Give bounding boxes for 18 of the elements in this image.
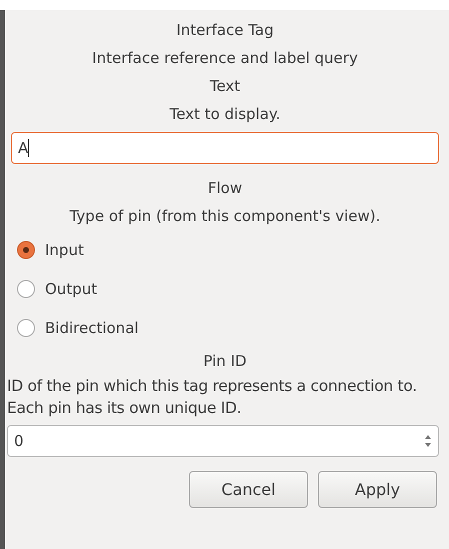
- radio-button[interactable]: [17, 318, 35, 336]
- field-description: Text to display.: [168, 104, 282, 125]
- dialog-title: Interface Tag: [175, 20, 275, 41]
- radio-label[interactable]: Output: [45, 280, 98, 298]
- dialog-subtitle: Interface reference and label query: [91, 48, 359, 69]
- spin-field[interactable]: 0: [7, 425, 439, 457]
- radio-button[interactable]: [17, 240, 35, 258]
- text-input-field[interactable]: A: [11, 132, 439, 164]
- field-description: Type of pin (from this component's view).: [68, 206, 382, 227]
- field-description: ID of the pin which this tag represents a connection to. Each pin has its own unique ID.: [7, 376, 418, 419]
- field-label: Flow: [206, 178, 244, 199]
- field-label: Text: [208, 76, 242, 97]
- field-label: Pin ID: [202, 351, 248, 372]
- radio-label[interactable]: Input: [45, 240, 84, 258]
- radio-label[interactable]: Bidirectional: [45, 318, 139, 336]
- radio-button[interactable]: [17, 280, 35, 298]
- dialog-button[interactable]: Cancel: [189, 471, 308, 508]
- dialog-button[interactable]: Apply: [318, 471, 437, 508]
